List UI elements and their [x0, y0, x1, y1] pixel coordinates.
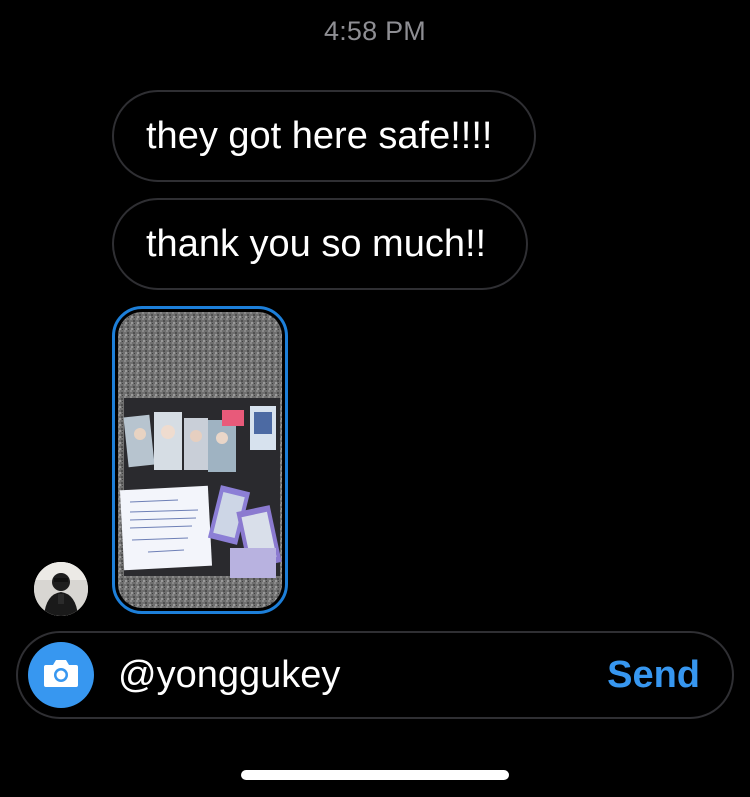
sender-avatar[interactable] — [34, 562, 88, 616]
message-text: they got here safe!!!! — [146, 114, 493, 157]
photo-message[interactable] — [112, 306, 288, 614]
message-input[interactable]: @yonggukey — [118, 633, 340, 717]
home-indicator[interactable] — [241, 770, 509, 780]
camera-button[interactable] — [28, 642, 94, 708]
photo-thumbnail — [118, 312, 282, 608]
dm-thread-screen: 4:58 PM they got here safe!!!! thank you… — [0, 0, 750, 797]
message-composer[interactable]: @yonggukey Send — [16, 631, 734, 719]
message-timestamp: 4:58 PM — [324, 16, 426, 46]
message-text: thank you so much!! — [146, 222, 487, 265]
camera-icon — [42, 657, 80, 694]
message-bubble[interactable]: thank you so much!! — [112, 198, 528, 290]
send-button[interactable]: Send — [607, 633, 700, 717]
message-bubble[interactable]: they got here safe!!!! — [112, 90, 536, 182]
